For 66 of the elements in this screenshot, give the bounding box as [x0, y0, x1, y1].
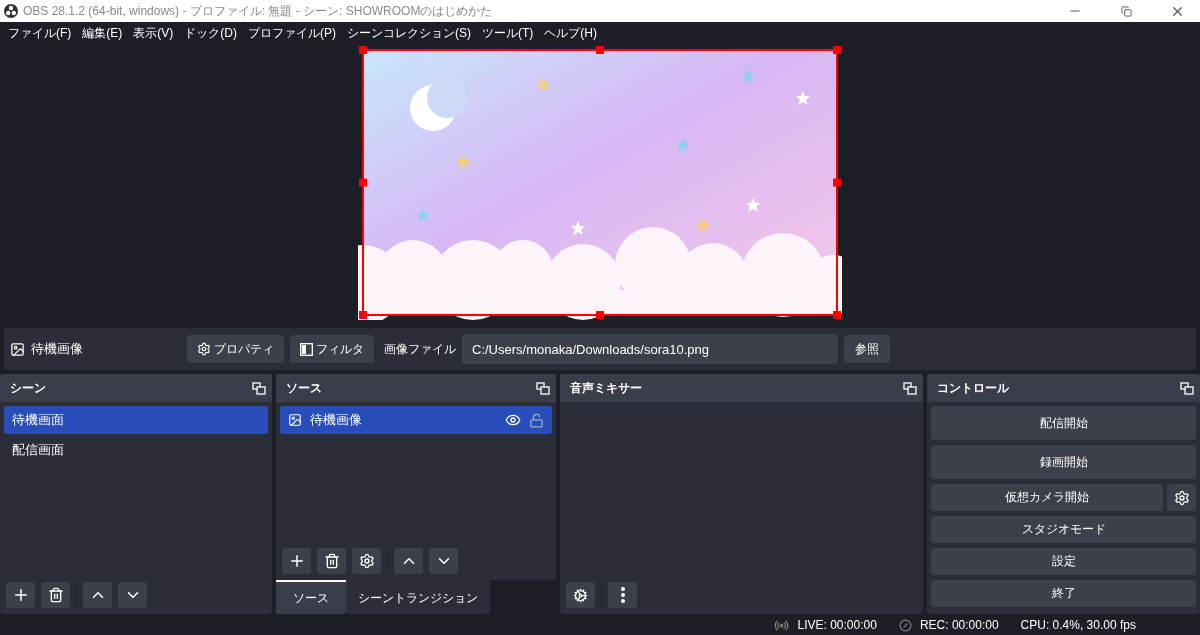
app-logo-icon [4, 4, 18, 18]
settings-icon [197, 342, 211, 356]
trash-icon [323, 553, 340, 569]
rec-time: REC: 00:00:00 [919, 618, 999, 632]
more-icon [620, 587, 625, 603]
control-button[interactable]: 仮想カメラ開始 [931, 484, 1163, 511]
menu-item[interactable]: ヘルプ(H) [540, 24, 604, 42]
control-button[interactable]: 録画開始 [931, 445, 1196, 479]
menu-item[interactable]: 編集(E) [78, 24, 130, 42]
dock-title: 音声ミキサー [570, 379, 642, 397]
move-up-button[interactable] [394, 548, 423, 574]
record-off-icon [898, 618, 912, 632]
settings-button[interactable] [352, 548, 381, 574]
add-button[interactable] [6, 582, 35, 608]
restore-icon [1120, 5, 1132, 17]
dock-tab[interactable]: ソース [276, 580, 346, 614]
settings-icon [358, 553, 375, 569]
unlock-icon[interactable] [529, 412, 544, 428]
cpu-usage: CPU: 0.4%, 30.00 fps [1020, 618, 1136, 632]
advanced-settings-button[interactable] [566, 582, 595, 608]
settings-icon [1173, 489, 1190, 506]
cog-icon [573, 587, 588, 603]
float-dock-icon[interactable] [252, 381, 266, 395]
float-dock-icon[interactable] [536, 381, 550, 395]
float-dock-icon[interactable] [1180, 381, 1194, 395]
dock-tab[interactable]: シーントランジション [346, 580, 490, 614]
eye-icon[interactable] [505, 412, 521, 428]
delete-button[interactable] [317, 548, 346, 574]
image-icon [288, 413, 302, 427]
menu-item[interactable]: ドック(D) [180, 24, 244, 42]
settings-button[interactable] [1167, 484, 1196, 511]
dock-title: コントロール [937, 379, 1009, 397]
move-up-button[interactable] [83, 582, 112, 608]
live-time: LIVE: 00:00:00 [797, 618, 877, 632]
filters-button[interactable]: フィルタ [290, 335, 374, 363]
menu-item[interactable]: シーンコレクション(S) [343, 24, 478, 42]
field-label: 画像ファイル [384, 340, 456, 358]
source-item[interactable]: 待機画像 [280, 406, 552, 434]
scene-item[interactable]: 配信画面 [4, 436, 268, 464]
delete-button[interactable] [41, 582, 70, 608]
float-dock-icon[interactable] [903, 381, 917, 395]
move-down-button[interactable] [118, 582, 147, 608]
source-name: 待機画像 [31, 340, 84, 358]
more-button[interactable] [608, 582, 637, 608]
browse-button[interactable]: 参照 [844, 335, 890, 363]
menu-item[interactable]: ファイル(F) [4, 24, 79, 42]
dock-title: シーン [10, 379, 46, 397]
file-path-field[interactable]: C:/Users/monaka/Downloads/sora10.png [462, 334, 838, 364]
selected-image-drawing[interactable] [358, 45, 842, 320]
image-icon [10, 341, 25, 357]
scene-item[interactable]: 待機画面 [4, 406, 268, 434]
move-down-button[interactable] [429, 548, 458, 574]
properties-button[interactable]: プロパティ [187, 335, 284, 363]
trash-icon [47, 587, 64, 603]
source-label: 待機画像 [310, 411, 363, 429]
control-button[interactable]: スタジオモード [931, 516, 1196, 543]
menu-item[interactable]: ツール(T) [478, 24, 541, 42]
menu-item[interactable]: 表示(V) [129, 24, 181, 42]
window-title: OBS 28.1.2 (64-bit, windows) - プロファイル: 無題 - シーン: SHOWROOMのはじめかた [23, 2, 494, 20]
dock-title: ソース [286, 379, 322, 397]
filter-icon [300, 342, 313, 356]
menu-item[interactable]: プロファイル(P) [244, 24, 343, 42]
add-button[interactable] [282, 548, 311, 574]
control-button[interactable]: 配信開始 [931, 406, 1196, 440]
control-button[interactable]: 設定 [931, 548, 1196, 575]
control-button[interactable]: 終了 [931, 580, 1196, 607]
